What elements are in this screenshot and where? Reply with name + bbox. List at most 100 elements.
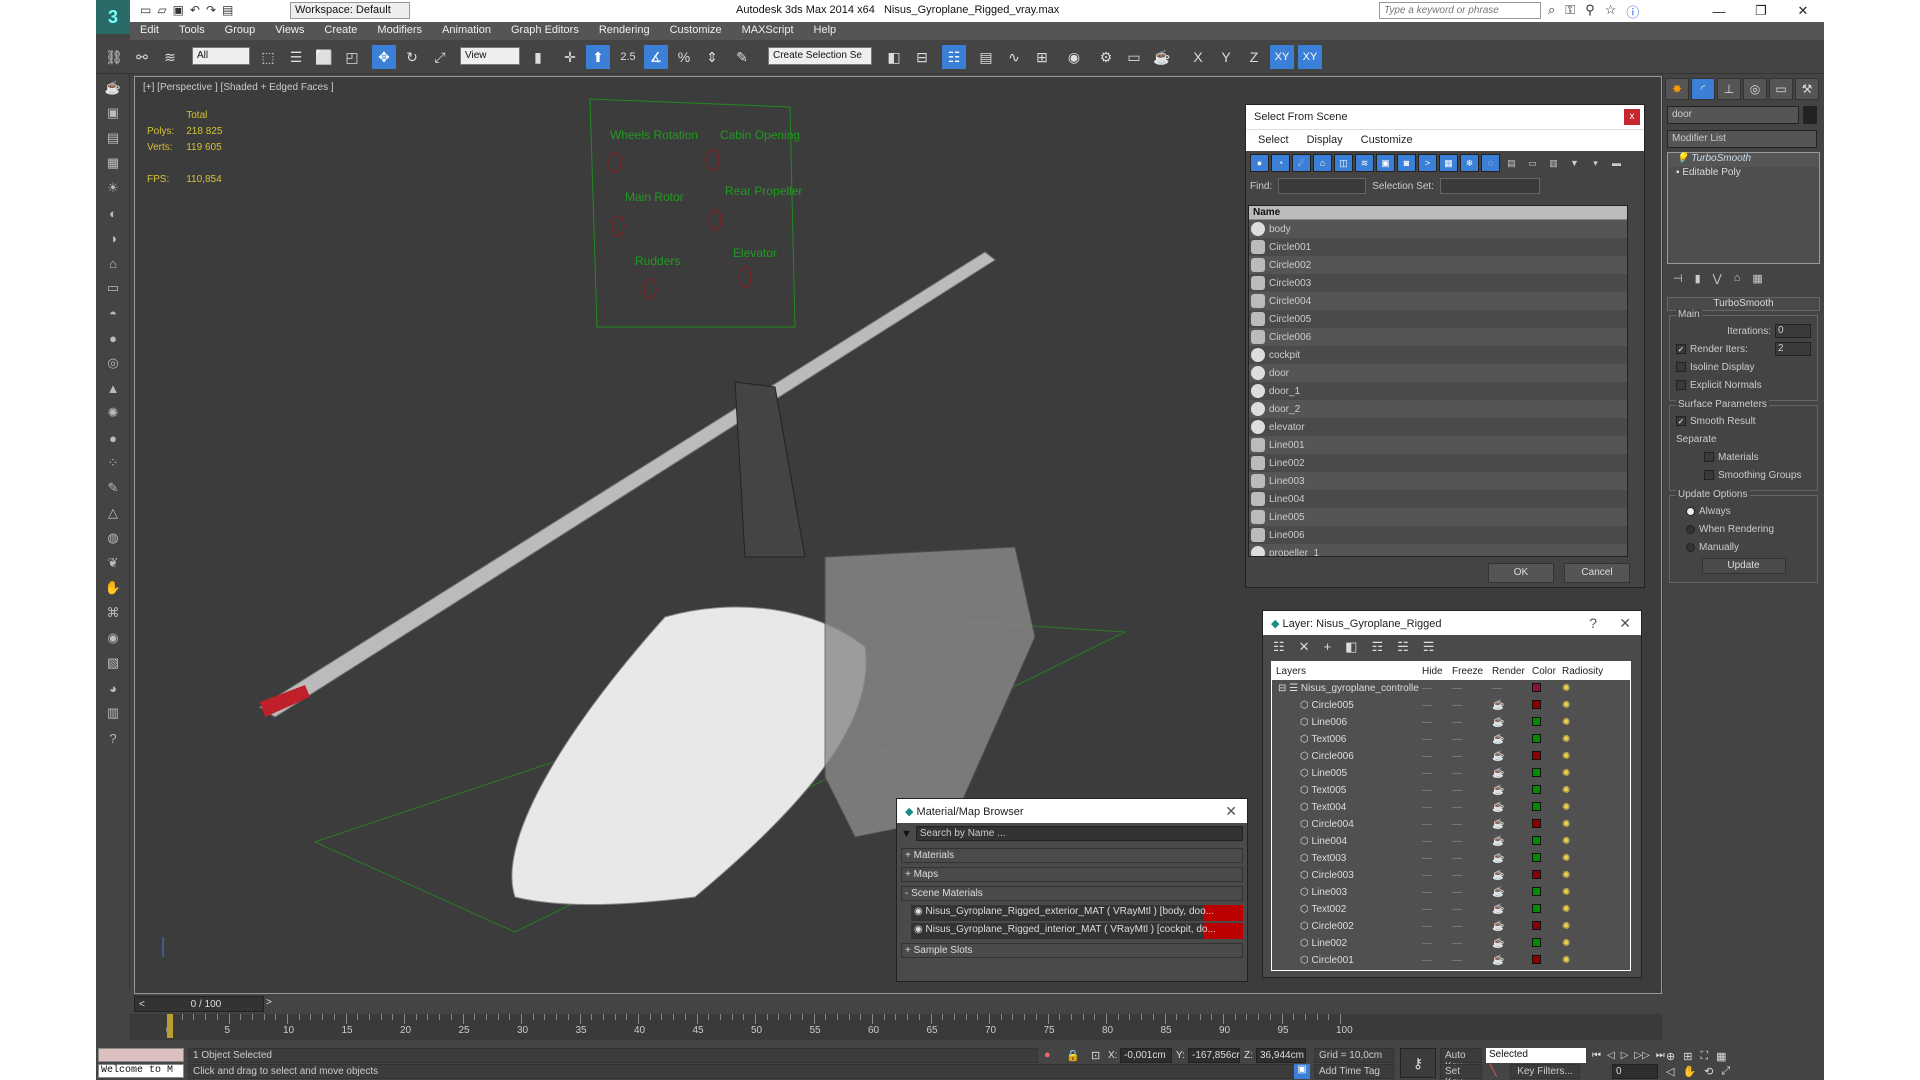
audio-icon[interactable]: ◐ (100, 202, 126, 224)
layer-object-row[interactable]: ⬡ Text005— — ☕ ✺ (1272, 782, 1630, 799)
help-icon[interactable]: ? (1589, 615, 1597, 631)
remove-modifier-icon[interactable]: ⌂ (1734, 272, 1741, 285)
radiosity-icon[interactable]: ✺ (1562, 887, 1612, 898)
paint-icon[interactable]: ✎ (100, 477, 126, 499)
col-freeze[interactable]: Freeze (1452, 666, 1492, 677)
object-list-item[interactable]: Circle001 (1249, 238, 1627, 256)
mirror-icon[interactable]: ◧ (882, 45, 906, 69)
render-teapot-icon[interactable]: ☕ (1492, 853, 1532, 864)
layer-object-row[interactable]: ⬡ Line003— — ☕ ✺ (1272, 884, 1630, 901)
object-list-item[interactable]: Circle006 (1249, 328, 1627, 346)
when-rendering-radio[interactable] (1686, 524, 1695, 534)
workspace-dropdown[interactable]: Workspace: Default (290, 2, 410, 19)
hide-toggle[interactable]: — (1422, 836, 1452, 847)
freeze-toggle[interactable]: — (1452, 717, 1492, 728)
layer-object-row[interactable]: ⬡ Text006— — ☕ ✺ (1272, 731, 1630, 748)
section-maps[interactable]: + Maps (901, 867, 1243, 882)
configure-sets-icon[interactable]: ▦ (1752, 272, 1762, 285)
curve-editor-icon[interactable]: ∿ (1002, 45, 1026, 69)
layer-color-swatch[interactable] (1532, 699, 1541, 709)
menu-maxscript[interactable]: MAXScript (732, 22, 804, 40)
snaps-toggle-icon[interactable]: 2.5 (616, 45, 640, 69)
layer-color-swatch[interactable] (1532, 767, 1541, 777)
satellite-icon[interactable]: ⚲ (1585, 2, 1595, 21)
cameras-filter-icon[interactable]: ⌂ (1313, 154, 1332, 172)
hide-toggle[interactable]: — (1422, 819, 1452, 830)
help-search-input[interactable]: Type a keyword or phrase (1379, 2, 1541, 19)
key-filters-button[interactable]: Key Filters... (1510, 1064, 1580, 1079)
column-header-name[interactable]: Name (1249, 206, 1627, 220)
maximize-button[interactable]: ❐ (1740, 0, 1782, 22)
hemisphere-icon[interactable]: ◓ (100, 302, 126, 324)
project-folder-icon[interactable]: ▤ (222, 3, 233, 17)
modify-tab-icon[interactable]: ◜ (1691, 78, 1715, 100)
layer-color-swatch[interactable] (1532, 835, 1541, 845)
isoline-checkbox[interactable] (1676, 362, 1686, 372)
object-list-item[interactable]: Line005 (1249, 508, 1627, 526)
hide-toggle[interactable]: — (1422, 700, 1452, 711)
radiosity-icon[interactable]: ✺ (1562, 768, 1612, 779)
layer-object-row[interactable]: ⬡ Text002— — ☕ ✺ (1272, 901, 1630, 918)
app-logo-icon[interactable]: 3 (96, 0, 130, 34)
freeze-toggle[interactable]: — (1452, 921, 1492, 932)
axis-y-button[interactable]: Y (1214, 45, 1238, 69)
render-teapot-icon[interactable]: ☕ (1492, 904, 1532, 915)
edit-named-selection-icon[interactable]: ✎ (730, 45, 754, 69)
particles-icon[interactable]: ⁘ (100, 452, 126, 474)
helpers-filter-icon[interactable]: ◫ (1334, 154, 1353, 172)
render-production-icon[interactable]: ☕ (1150, 45, 1174, 69)
spacewarps-filter-icon[interactable]: ≋ (1355, 154, 1374, 172)
layer-object-row[interactable]: ⬡ Circle006— — ☕ ✺ (1272, 748, 1630, 765)
close-icon[interactable]: ✕ (1619, 615, 1631, 632)
prev-key-icon[interactable]: ◁ (1607, 1050, 1615, 1061)
filter-icon[interactable]: ▼ (1565, 154, 1584, 172)
controller-knob[interactable] (608, 151, 622, 173)
render-icon[interactable]: ▣ (100, 102, 126, 124)
layer-color-swatch[interactable] (1532, 886, 1541, 896)
key-tangent-icon[interactable]: ╲ (1490, 1064, 1497, 1077)
render-teapot-icon[interactable]: ☕ (1492, 938, 1532, 949)
radiosity-icon[interactable]: ✺ (1562, 683, 1612, 694)
timeline-cursor[interactable] (167, 1014, 173, 1038)
set-key-button[interactable]: Set Key (1440, 1064, 1482, 1080)
always-radio[interactable] (1686, 506, 1695, 516)
controller-knob[interactable] (643, 278, 657, 300)
x-coord-input[interactable]: -0,001cm (1120, 1048, 1172, 1063)
col-layers[interactable]: Layers (1272, 666, 1422, 677)
radiosity-icon[interactable]: ✺ (1562, 904, 1612, 915)
layer-object-row[interactable]: ⬡ Line004— — ☕ ✺ (1272, 833, 1630, 850)
object-list-item[interactable]: Line003 (1249, 472, 1627, 490)
pan-icon[interactable]: ✋ (1682, 1065, 1696, 1078)
world-icon[interactable]: ◕ (100, 677, 126, 699)
show-end-result-icon[interactable]: ▮ (1695, 272, 1701, 285)
radiosity-icon[interactable]: ✺ (1562, 717, 1612, 728)
radiosity-icon[interactable]: ✺ (1562, 751, 1612, 762)
rendered-frame-window-icon[interactable]: ▭ (1122, 45, 1146, 69)
select-all-icon[interactable]: ▤ (1502, 154, 1521, 172)
hide-toggle[interactable]: — (1422, 853, 1452, 864)
layer-object-row[interactable]: ⬡ Circle005— — ☕ ✺ (1272, 697, 1630, 714)
menu-customize[interactable]: Customize (1361, 134, 1413, 147)
col-render[interactable]: Render (1492, 666, 1532, 677)
radiosity-icon[interactable]: ✺ (1562, 836, 1612, 847)
material-item[interactable]: ◉ Nisus_Gyroplane_Rigged_exterior_MAT ( … (911, 905, 1243, 921)
hide-toggle[interactable]: — (1422, 904, 1452, 915)
teapot-icon[interactable]: ☕ (100, 77, 126, 99)
select-manipulate-icon[interactable]: ✛ (558, 45, 582, 69)
layer-color-swatch[interactable] (1532, 682, 1541, 692)
sun-icon[interactable]: ✺ (100, 402, 126, 424)
render-teapot-icon[interactable]: ☕ (1492, 819, 1532, 830)
named-selection-dropdown[interactable]: Create Selection Se (768, 47, 872, 65)
render-setup-icon[interactable]: ⚙ (1094, 45, 1118, 69)
layer-object-row[interactable]: ⬡ Line006— — ☕ ✺ (1272, 714, 1630, 731)
close-icon[interactable]: ✕ (1225, 803, 1237, 820)
object-list-item[interactable]: Line002 (1249, 454, 1627, 472)
render-teapot-icon[interactable]: ☕ (1492, 921, 1532, 932)
timeline-ruler[interactable]: 0510152025303540455055606570758085909510… (130, 1014, 1662, 1040)
layer-parent-row[interactable]: ⊟ ☰ Nisus_gyroplane_controlle — — — ✺ (1272, 680, 1630, 697)
lights-filter-icon[interactable]: ☄ (1292, 154, 1311, 172)
keyboard-shortcut-toggle-icon[interactable]: ⬆ (586, 45, 610, 69)
col-color[interactable]: Color (1532, 666, 1562, 677)
radiosity-icon[interactable]: ✺ (1562, 734, 1612, 745)
box-icon[interactable]: ▭ (100, 277, 126, 299)
